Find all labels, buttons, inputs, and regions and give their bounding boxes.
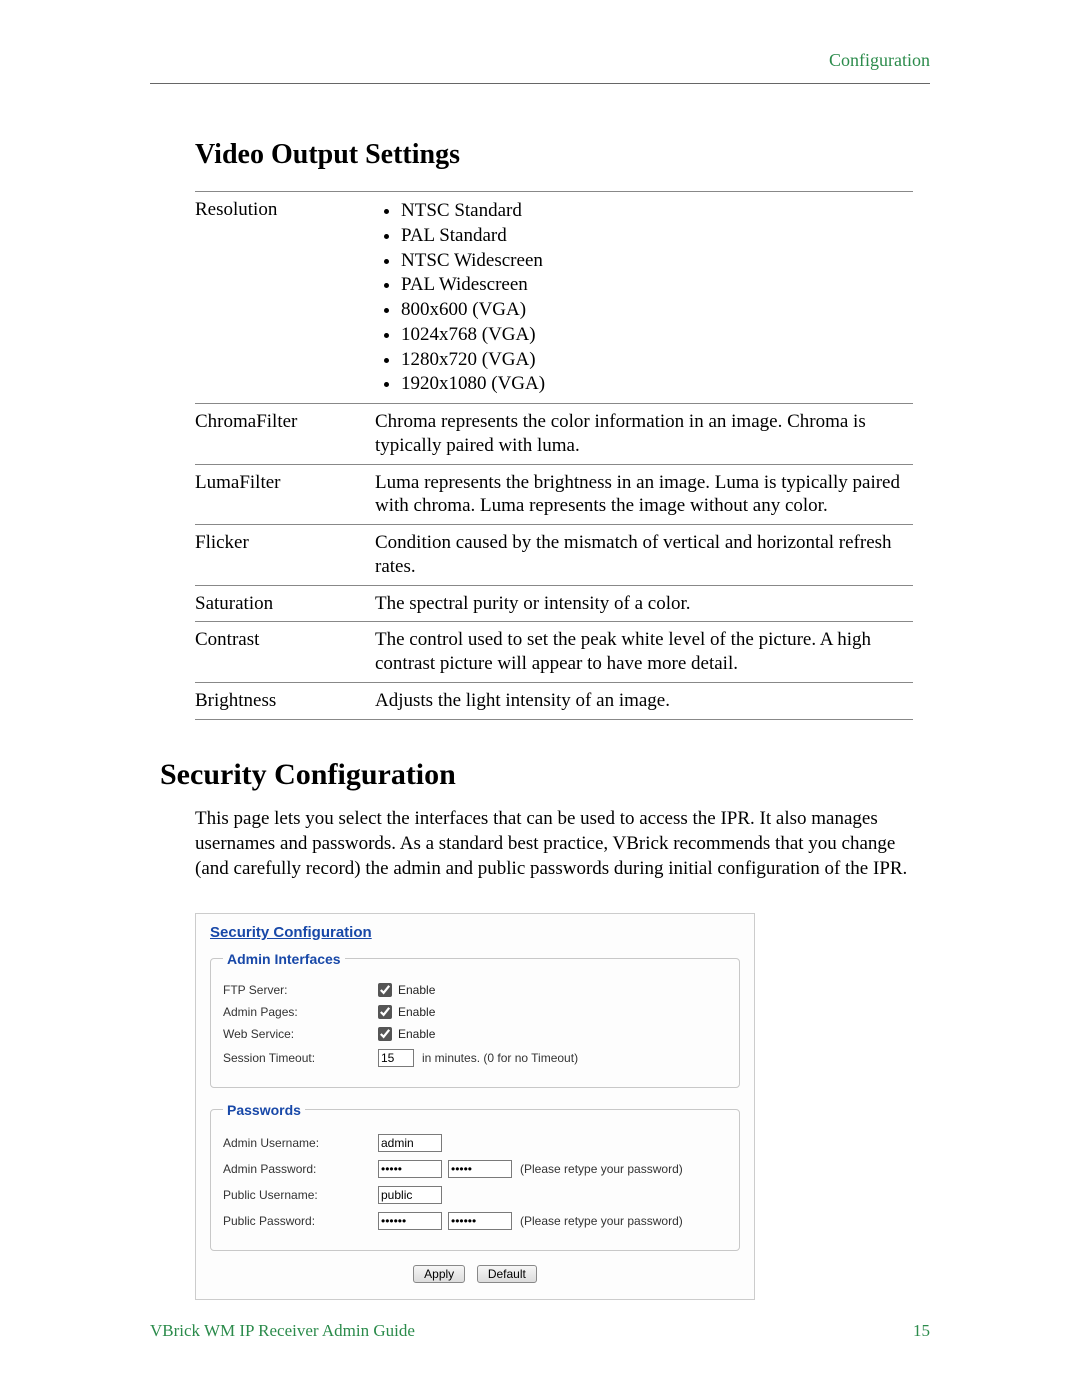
list-item: 1920x1080 (VGA) xyxy=(401,372,903,396)
row-value-contrast: The control used to set the peak white l… xyxy=(375,622,913,683)
label-public-password: Public Password: xyxy=(223,1214,378,1228)
row-value-resolution: NTSC Standard PAL Standard NTSC Widescre… xyxy=(375,192,913,404)
passwords-legend: Passwords xyxy=(223,1102,305,1118)
panel-title: Security Configuration xyxy=(210,924,740,941)
resolution-list: NTSC Standard PAL Standard NTSC Widescre… xyxy=(375,199,903,396)
public-username-input[interactable] xyxy=(378,1186,442,1204)
row-label-resolution: Resolution xyxy=(195,192,375,404)
table-row: Resolution NTSC Standard PAL Standard NT… xyxy=(195,192,913,404)
row-admin-username: Admin Username: xyxy=(223,1134,727,1152)
session-timeout-hint: in minutes. (0 for no Timeout) xyxy=(422,1051,578,1065)
session-timeout-input[interactable] xyxy=(378,1049,414,1067)
row-label-chroma: ChromaFilter xyxy=(195,404,375,465)
row-value-chroma: Chroma represents the color information … xyxy=(375,404,913,465)
row-ftp: FTP Server: Enable xyxy=(223,983,727,997)
header-rule xyxy=(150,83,930,84)
label-web-service: Web Service: xyxy=(223,1027,378,1041)
table-row: Contrast The control used to set the pea… xyxy=(195,622,913,683)
page: Configuration Video Output Settings Reso… xyxy=(0,0,1080,1397)
admin-interfaces-legend: Admin Interfaces xyxy=(223,951,345,967)
row-label-brightness: Brightness xyxy=(195,682,375,719)
label-public-username: Public Username: xyxy=(223,1188,378,1202)
header-section-label: Configuration xyxy=(195,50,930,83)
row-value-luma: Luma represents the brightness in an ima… xyxy=(375,464,913,525)
row-value-brightness: Adjusts the light intensity of an image. xyxy=(375,682,913,719)
security-panel: Security Configuration Admin Interfaces … xyxy=(195,913,755,1300)
video-output-heading: Video Output Settings xyxy=(195,139,930,171)
admin-interfaces-fieldset: Admin Interfaces FTP Server: Enable Admi… xyxy=(210,951,740,1088)
list-item: 1280x720 (VGA) xyxy=(401,348,903,372)
page-footer: VBrick WM IP Receiver Admin Guide 15 xyxy=(150,1321,930,1341)
admin-password-confirm-input[interactable] xyxy=(448,1160,512,1178)
list-item: PAL Widescreen xyxy=(401,273,903,297)
video-output-table: Resolution NTSC Standard PAL Standard NT… xyxy=(195,191,913,720)
row-label-luma: LumaFilter xyxy=(195,464,375,525)
label-session-timeout: Session Timeout: xyxy=(223,1051,378,1065)
label-ftp: FTP Server: xyxy=(223,983,378,997)
row-value-saturation: The spectral purity or intensity of a co… xyxy=(375,585,913,622)
list-item: NTSC Standard xyxy=(401,199,903,223)
list-item: 800x600 (VGA) xyxy=(401,298,903,322)
web-service-enable-checkbox[interactable] xyxy=(378,1027,392,1041)
list-item: PAL Standard xyxy=(401,224,903,248)
public-password-input[interactable] xyxy=(378,1212,442,1230)
list-item: 1024x768 (VGA) xyxy=(401,323,903,347)
table-row: Saturation The spectral purity or intens… xyxy=(195,585,913,622)
admin-pages-enable-text: Enable xyxy=(398,1005,435,1019)
table-row: LumaFilter Luma represents the brightnes… xyxy=(195,464,913,525)
row-public-password: Public Password: (Please retype your pas… xyxy=(223,1212,727,1230)
web-service-enable-text: Enable xyxy=(398,1027,435,1041)
label-admin-pages: Admin Pages: xyxy=(223,1005,378,1019)
security-intro: This page lets you select the interfaces… xyxy=(195,806,925,881)
panel-buttons: Apply Default xyxy=(210,1265,740,1283)
admin-pages-enable-checkbox[interactable] xyxy=(378,1005,392,1019)
default-button[interactable]: Default xyxy=(477,1265,537,1283)
row-web-service: Web Service: Enable xyxy=(223,1027,727,1041)
ftp-enable-text: Enable xyxy=(398,983,435,997)
row-admin-password: Admin Password: (Please retype your pass… xyxy=(223,1160,727,1178)
row-admin-pages: Admin Pages: Enable xyxy=(223,1005,727,1019)
row-label-flicker: Flicker xyxy=(195,525,375,586)
footer-guide: VBrick WM IP Receiver Admin Guide xyxy=(150,1321,415,1341)
admin-password-hint: (Please retype your password) xyxy=(520,1162,683,1176)
row-value-flicker: Condition caused by the mismatch of vert… xyxy=(375,525,913,586)
row-public-username: Public Username: xyxy=(223,1186,727,1204)
footer-page-number: 15 xyxy=(913,1321,930,1341)
public-password-hint: (Please retype your password) xyxy=(520,1214,683,1228)
row-session-timeout: Session Timeout: in minutes. (0 for no T… xyxy=(223,1049,727,1067)
admin-username-input[interactable] xyxy=(378,1134,442,1152)
public-password-confirm-input[interactable] xyxy=(448,1212,512,1230)
ftp-enable-checkbox[interactable] xyxy=(378,983,392,997)
apply-button[interactable]: Apply xyxy=(413,1265,465,1283)
security-heading: Security Configuration xyxy=(160,758,930,792)
list-item: NTSC Widescreen xyxy=(401,249,903,273)
table-row: ChromaFilter Chroma represents the color… xyxy=(195,404,913,465)
passwords-fieldset: Passwords Admin Username: Admin Password… xyxy=(210,1102,740,1251)
label-admin-password: Admin Password: xyxy=(223,1162,378,1176)
table-row: Flicker Condition caused by the mismatch… xyxy=(195,525,913,586)
label-admin-username: Admin Username: xyxy=(223,1136,378,1150)
admin-password-input[interactable] xyxy=(378,1160,442,1178)
row-label-saturation: Saturation xyxy=(195,585,375,622)
table-row: Brightness Adjusts the light intensity o… xyxy=(195,682,913,719)
row-label-contrast: Contrast xyxy=(195,622,375,683)
